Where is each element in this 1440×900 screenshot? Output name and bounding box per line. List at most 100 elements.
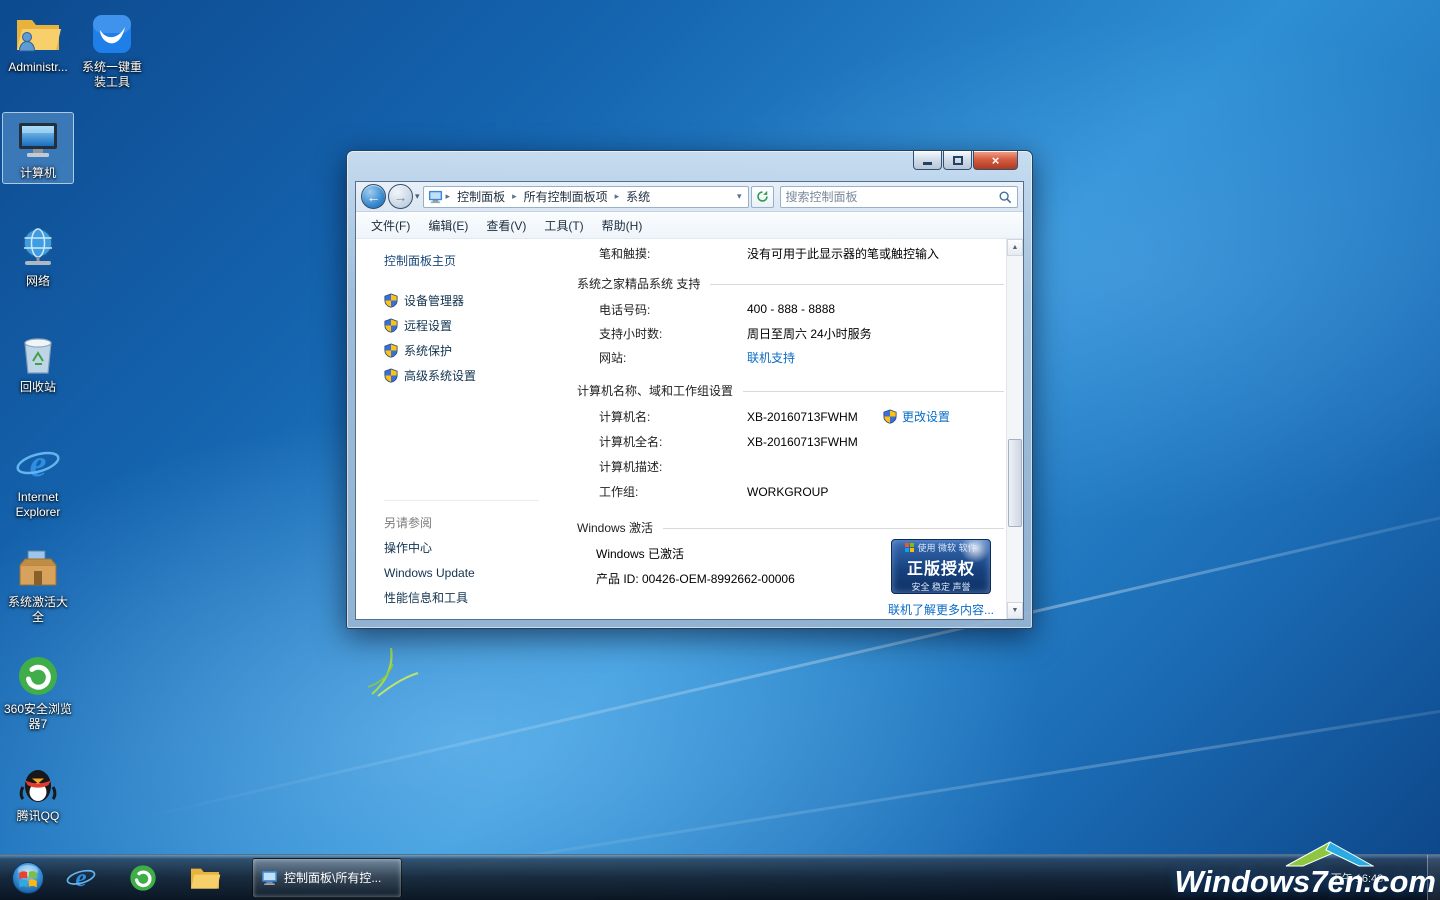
up-arrow-icon: ▲	[1012, 244, 1019, 251]
address-dropdown-icon[interactable]: ▾	[737, 191, 744, 202]
taskbar-item-explorer[interactable]	[177, 858, 233, 898]
taskbar-item-360-browser[interactable]	[115, 858, 171, 898]
minimize-button[interactable]	[913, 151, 942, 170]
workgroup-label: 工作组:	[599, 483, 747, 500]
vertical-scrollbar[interactable]: ▲ ▼	[1006, 239, 1023, 619]
360-browser-icon	[14, 652, 62, 700]
support-section-title: 系统之家精品系统 支持	[577, 275, 700, 292]
description-row: 计算机描述:	[556, 454, 1006, 479]
phone-label: 电话号码:	[599, 301, 747, 318]
maximize-icon	[953, 156, 963, 165]
maximize-button[interactable]	[943, 151, 972, 170]
start-button[interactable]	[6, 856, 50, 900]
breadcrumb-control-panel[interactable]: 控制面板	[453, 187, 509, 206]
back-button[interactable]: ←	[361, 184, 386, 209]
desktop-icon-label: Internet Explorer	[16, 490, 61, 520]
sidebar-item-device-manager[interactable]: 设备管理器	[384, 288, 556, 313]
genuine-badge-top: 使用 微软 软件	[905, 541, 976, 554]
show-desktop-button[interactable]	[1427, 855, 1440, 900]
desktop-icon-activation-pack[interactable]: 系统激活大 全	[2, 541, 74, 628]
desktop-icon-label: 系统激活大 全	[8, 595, 68, 625]
system-window: × ← → ▾ ▸ 控制面板 ▸ 所有控制面板项 ▸ 系统 ▾	[346, 150, 1033, 629]
desktop-icon-network[interactable]: 网络	[2, 220, 74, 292]
activation-section-header: Windows 激活	[577, 519, 1006, 536]
sidebar-item-windows-update[interactable]: Windows Update	[384, 560, 539, 585]
desktop-icon-recycle-bin[interactable]: 回收站	[2, 326, 74, 398]
desktop-icon-computer[interactable]: 计算机	[2, 112, 74, 184]
computer-name-section-header: 计算机名称、域和工作组设置	[577, 382, 1006, 399]
breadcrumb-system[interactable]: 系统	[622, 187, 654, 206]
reinstall-tool-icon	[88, 10, 136, 58]
uac-shield-icon	[384, 343, 398, 358]
hours-label: 支持小时数:	[599, 325, 747, 342]
scroll-up-button[interactable]: ▲	[1007, 239, 1023, 256]
chevron-right-icon: ▸	[614, 191, 621, 202]
active-window-title: 控制面板\所有控...	[284, 869, 381, 886]
taskbar-active-window[interactable]: 控制面板\所有控...	[252, 858, 402, 898]
sidebar-item-label: 系统保护	[404, 342, 452, 359]
computer-section-title: 计算机名称、域和工作组设置	[577, 382, 733, 399]
desktop-icon-qq[interactable]: 腾讯QQ	[2, 755, 74, 827]
website-row: 网站: 联机支持	[556, 345, 1006, 369]
online-support-link[interactable]: 联机支持	[747, 349, 795, 366]
section-divider	[743, 391, 1004, 392]
activation-status: Windows 已激活	[596, 545, 684, 562]
control-panel-icon	[261, 869, 278, 886]
computer-icon	[14, 116, 62, 164]
user-folder-icon	[14, 10, 62, 58]
desktop-icon-label: 系统一键重 装工具	[82, 60, 142, 90]
change-settings: 更改设置	[883, 408, 950, 425]
menu-help[interactable]: 帮助(H)	[593, 213, 652, 238]
learn-more-link[interactable]: 联机了解更多内容...	[888, 601, 994, 618]
close-icon: ×	[992, 154, 1000, 167]
close-button[interactable]: ×	[973, 151, 1018, 170]
scroll-down-button[interactable]: ▼	[1007, 602, 1023, 619]
address-bar[interactable]: ▸ 控制面板 ▸ 所有控制面板项 ▸ 系统 ▾	[423, 186, 749, 208]
computer-name-row: 计算机名: XB-20160713FWHM 更改设置	[556, 404, 1006, 429]
desktop-icon-label: 网络	[26, 274, 50, 289]
refresh-button[interactable]	[751, 186, 774, 208]
see-also-header: 另请参阅	[384, 510, 539, 535]
menu-view[interactable]: 查看(V)	[477, 213, 535, 238]
sidebar-item-control-panel-home[interactable]: 控制面板主页	[384, 252, 456, 269]
desktop-icon-internet-explorer[interactable]: Internet Explorer	[2, 436, 74, 523]
taskbar-item-internet-explorer[interactable]	[53, 858, 109, 898]
breadcrumb-all-items[interactable]: 所有控制面板项	[520, 187, 612, 206]
hours-value: 周日至周六 24小时服务	[747, 325, 872, 342]
uac-shield-icon	[883, 409, 897, 424]
uac-shield-icon	[384, 318, 398, 333]
search-icon[interactable]	[998, 190, 1012, 204]
sidebar-item-remote-settings[interactable]: 远程设置	[384, 313, 556, 338]
taskbar-clock[interactable]: 下午 16:43	[1318, 870, 1396, 886]
desktop-icon-label: 计算机	[20, 166, 56, 181]
software-box-icon	[14, 545, 62, 593]
genuine-badge[interactable]: 使用 微软 软件 正版授权 安全 稳定 声誉	[891, 539, 991, 594]
microsoft-flag-icon	[905, 543, 914, 552]
recent-pages-dropdown[interactable]: ▾	[413, 191, 423, 202]
menu-file[interactable]: 文件(F)	[362, 213, 419, 238]
support-section-header: 系统之家精品系统 支持	[577, 275, 1006, 292]
forward-button[interactable]: →	[388, 184, 413, 209]
menu-bar: 文件(F) 编辑(E) 查看(V) 工具(T) 帮助(H)	[356, 212, 1023, 239]
search-input[interactable]	[786, 190, 998, 204]
desktop-icon-reinstall-tool[interactable]: 系统一键重 装工具	[76, 6, 148, 93]
360-browser-icon	[127, 862, 159, 894]
sidebar-item-action-center[interactable]: 操作中心	[384, 535, 539, 560]
sidebar-item-system-protection[interactable]: 系统保护	[384, 338, 556, 363]
scrollbar-track[interactable]	[1007, 256, 1023, 602]
sidebar-item-performance-tools[interactable]: 性能信息和工具	[384, 585, 539, 610]
scrollbar-thumb[interactable]	[1008, 439, 1022, 527]
change-settings-link[interactable]: 更改设置	[902, 408, 950, 425]
sidebar-item-advanced-settings[interactable]: 高级系统设置	[384, 363, 556, 388]
windows-orb-icon	[9, 859, 47, 897]
pen-touch-label: 笔和触摸:	[599, 245, 747, 262]
content-area: 控制面板主页 设备管理器 远程设置 系统保护	[356, 239, 1023, 619]
chevron-right-icon: ▸	[511, 191, 518, 202]
menu-edit[interactable]: 编辑(E)	[419, 213, 477, 238]
recycle-bin-icon	[14, 330, 62, 378]
desktop-icon-360-browser[interactable]: 360安全浏览 器7	[2, 648, 74, 735]
internet-explorer-icon	[65, 862, 97, 894]
desktop-icon-administrator[interactable]: Administr...	[2, 6, 74, 78]
menu-tools[interactable]: 工具(T)	[535, 213, 592, 238]
phone-value: 400 - 888 - 8888	[747, 302, 835, 316]
